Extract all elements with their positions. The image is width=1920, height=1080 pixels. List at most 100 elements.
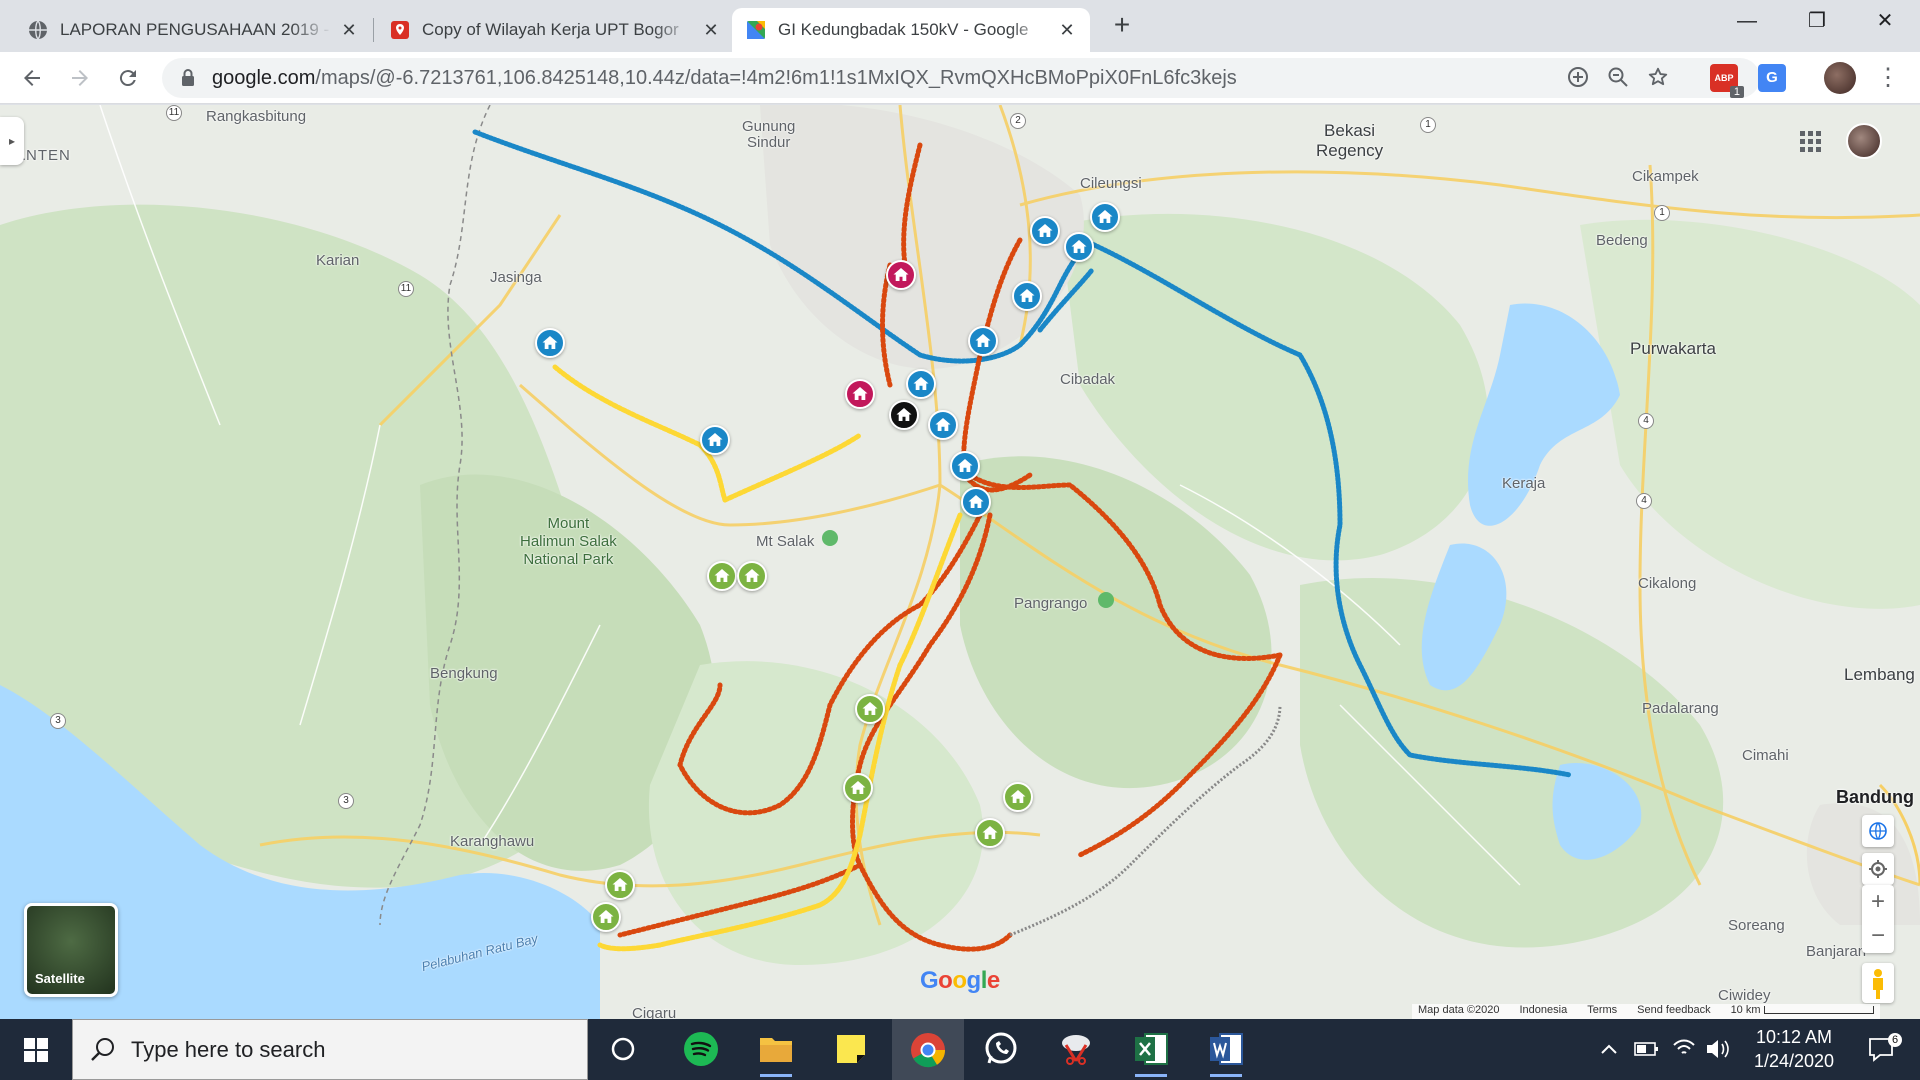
tray-overflow-chevron-icon[interactable]: [1598, 1019, 1620, 1080]
location-target-icon: [1869, 860, 1887, 878]
google-logo: Google: [920, 967, 1000, 994]
zoom-out-button[interactable]: −: [1862, 919, 1894, 953]
chrome-taskbar-icon[interactable]: [892, 1019, 964, 1080]
substation-pin-green[interactable]: [707, 561, 737, 591]
translate-extension-icon[interactable]: G: [1758, 64, 1786, 92]
peak-icon: [1098, 592, 1114, 608]
battery-icon[interactable]: [1632, 1019, 1660, 1080]
adblock-extension-icon[interactable]: ABP 1: [1710, 64, 1744, 98]
close-icon[interactable]: ✕: [1058, 21, 1076, 39]
map-label-keraja: Keraja: [1502, 475, 1546, 492]
lock-icon[interactable]: [180, 68, 196, 88]
whatsapp-icon[interactable]: [979, 1027, 1023, 1071]
home-icon: [1071, 240, 1087, 253]
substation-pin-blue[interactable]: [1012, 281, 1042, 311]
send-feedback-link[interactable]: Send feedback: [1637, 1004, 1710, 1019]
minimize-button[interactable]: —: [1712, 0, 1782, 42]
start-button[interactable]: [0, 1019, 72, 1080]
road-shield: 4: [1636, 493, 1652, 509]
word-icon[interactable]: [1204, 1027, 1248, 1077]
search-placeholder: Type here to search: [131, 1037, 326, 1062]
account-avatar[interactable]: [1846, 123, 1882, 159]
cortana-icon[interactable]: [601, 1027, 645, 1071]
map-label-soreang: Soreang: [1728, 917, 1785, 934]
file-explorer-icon[interactable]: [754, 1027, 798, 1077]
substation-pin-blue[interactable]: [961, 487, 991, 517]
tab-gi-kedungbadak[interactable]: GI Kedungbadak 150kV - Google ✕: [732, 8, 1090, 52]
substation-pin-blue[interactable]: [928, 410, 958, 440]
url-text[interactable]: google.com/maps/@-6.7213761,106.8425148,…: [212, 67, 1237, 90]
install-app-icon[interactable]: [1566, 66, 1590, 90]
substation-pin-blue[interactable]: [535, 328, 565, 358]
new-tab-button[interactable]: +: [1106, 10, 1138, 42]
zoom-icon[interactable]: [1606, 66, 1630, 90]
road-shield: 3: [338, 793, 354, 809]
substation-pin-green[interactable]: [855, 694, 885, 724]
substation-pin-blue[interactable]: [950, 451, 980, 481]
zoom-in-button[interactable]: +: [1862, 885, 1894, 919]
home-icon: [1037, 224, 1053, 237]
globe-view-button[interactable]: [1862, 815, 1894, 847]
menu-kebab-icon[interactable]: ⋮: [1876, 62, 1900, 94]
forward-button[interactable]: [62, 60, 98, 96]
reload-button[interactable]: [110, 60, 146, 96]
side-panel-toggle[interactable]: ▸: [0, 117, 24, 165]
substation-pin-blue[interactable]: [1030, 216, 1060, 246]
map-label-purwakarta: Purwakarta: [1630, 339, 1716, 358]
close-icon[interactable]: ✕: [702, 21, 720, 39]
home-icon: [707, 433, 723, 446]
home-icon: [975, 334, 991, 347]
bookmark-star-icon[interactable]: [1646, 66, 1670, 90]
road-shield: 1: [1420, 117, 1436, 133]
substation-pin-red[interactable]: [845, 379, 875, 409]
street-view-pegman[interactable]: [1862, 963, 1894, 1003]
substation-pin-green[interactable]: [843, 773, 873, 803]
substation-pin-red[interactable]: [886, 260, 916, 290]
tab-laporan[interactable]: LAPORAN PENGUSAHAAN 2019 - ✕: [14, 8, 372, 52]
substation-pin-blue[interactable]: [968, 326, 998, 356]
substation-pin-blue[interactable]: [700, 425, 730, 455]
taskbar-clock[interactable]: 10:12 AM 1/24/2020: [1724, 1025, 1864, 1073]
region-link[interactable]: Indonesia: [1520, 1004, 1568, 1019]
terms-link[interactable]: Terms: [1587, 1004, 1617, 1019]
substation-pin-blue[interactable]: [1064, 232, 1094, 262]
apps-grid-icon[interactable]: [1798, 129, 1822, 153]
substation-pin-green[interactable]: [591, 902, 621, 932]
back-button[interactable]: [14, 60, 50, 96]
close-icon[interactable]: ✕: [340, 21, 358, 39]
profile-avatar[interactable]: [1824, 62, 1856, 94]
tab-strip: LAPORAN PENGUSAHAAN 2019 - ✕ Copy of Wil…: [0, 0, 1920, 52]
snipping-tool-icon[interactable]: [1054, 1027, 1098, 1071]
sticky-notes-icon[interactable]: [829, 1027, 873, 1071]
map-label-pangrango: Pangrango: [1014, 595, 1088, 612]
excel-icon[interactable]: [1129, 1027, 1173, 1077]
home-icon: [542, 336, 558, 349]
substation-pin-green[interactable]: [975, 818, 1005, 848]
search-icon: [91, 1038, 114, 1061]
spotify-icon[interactable]: [679, 1027, 723, 1071]
substation-pin-green[interactable]: [1003, 782, 1033, 812]
wifi-icon[interactable]: [1670, 1019, 1698, 1080]
substation-pin-blue[interactable]: [1090, 202, 1120, 232]
substation-pin-green[interactable]: [737, 561, 767, 591]
scale-bar[interactable]: 10 km: [1731, 1004, 1874, 1019]
substation-pin-black[interactable]: [889, 400, 919, 430]
address-bar[interactable]: google.com/maps/@-6.7213761,106.8425148,…: [162, 58, 1760, 98]
substation-pin-blue[interactable]: [906, 369, 936, 399]
home-icon: [935, 418, 951, 431]
peak-icon: [822, 530, 838, 546]
map-label-cileungsi: Cileungsi: [1080, 175, 1142, 192]
pegman-icon: [1873, 969, 1883, 999]
home-icon: [982, 826, 998, 839]
close-window-button[interactable]: ✕: [1850, 0, 1920, 42]
home-icon: [1097, 210, 1113, 223]
action-center-icon[interactable]: 6: [1864, 1019, 1904, 1080]
substation-pin-green[interactable]: [605, 870, 635, 900]
satellite-toggle[interactable]: Satellite: [24, 903, 118, 997]
tab-wilayah-kerja[interactable]: Copy of Wilayah Kerja UPT Bogor ✕: [376, 8, 734, 52]
taskbar-search[interactable]: Type here to search: [72, 1019, 588, 1080]
restore-button[interactable]: ❐: [1782, 0, 1852, 42]
tab-title: Copy of Wilayah Kerja UPT Bogor: [422, 20, 679, 39]
map-canvas[interactable]: BANTEN Rangkasbitung Gunung Sindur Bekas…: [0, 105, 1920, 1019]
my-location-button[interactable]: [1862, 853, 1894, 885]
